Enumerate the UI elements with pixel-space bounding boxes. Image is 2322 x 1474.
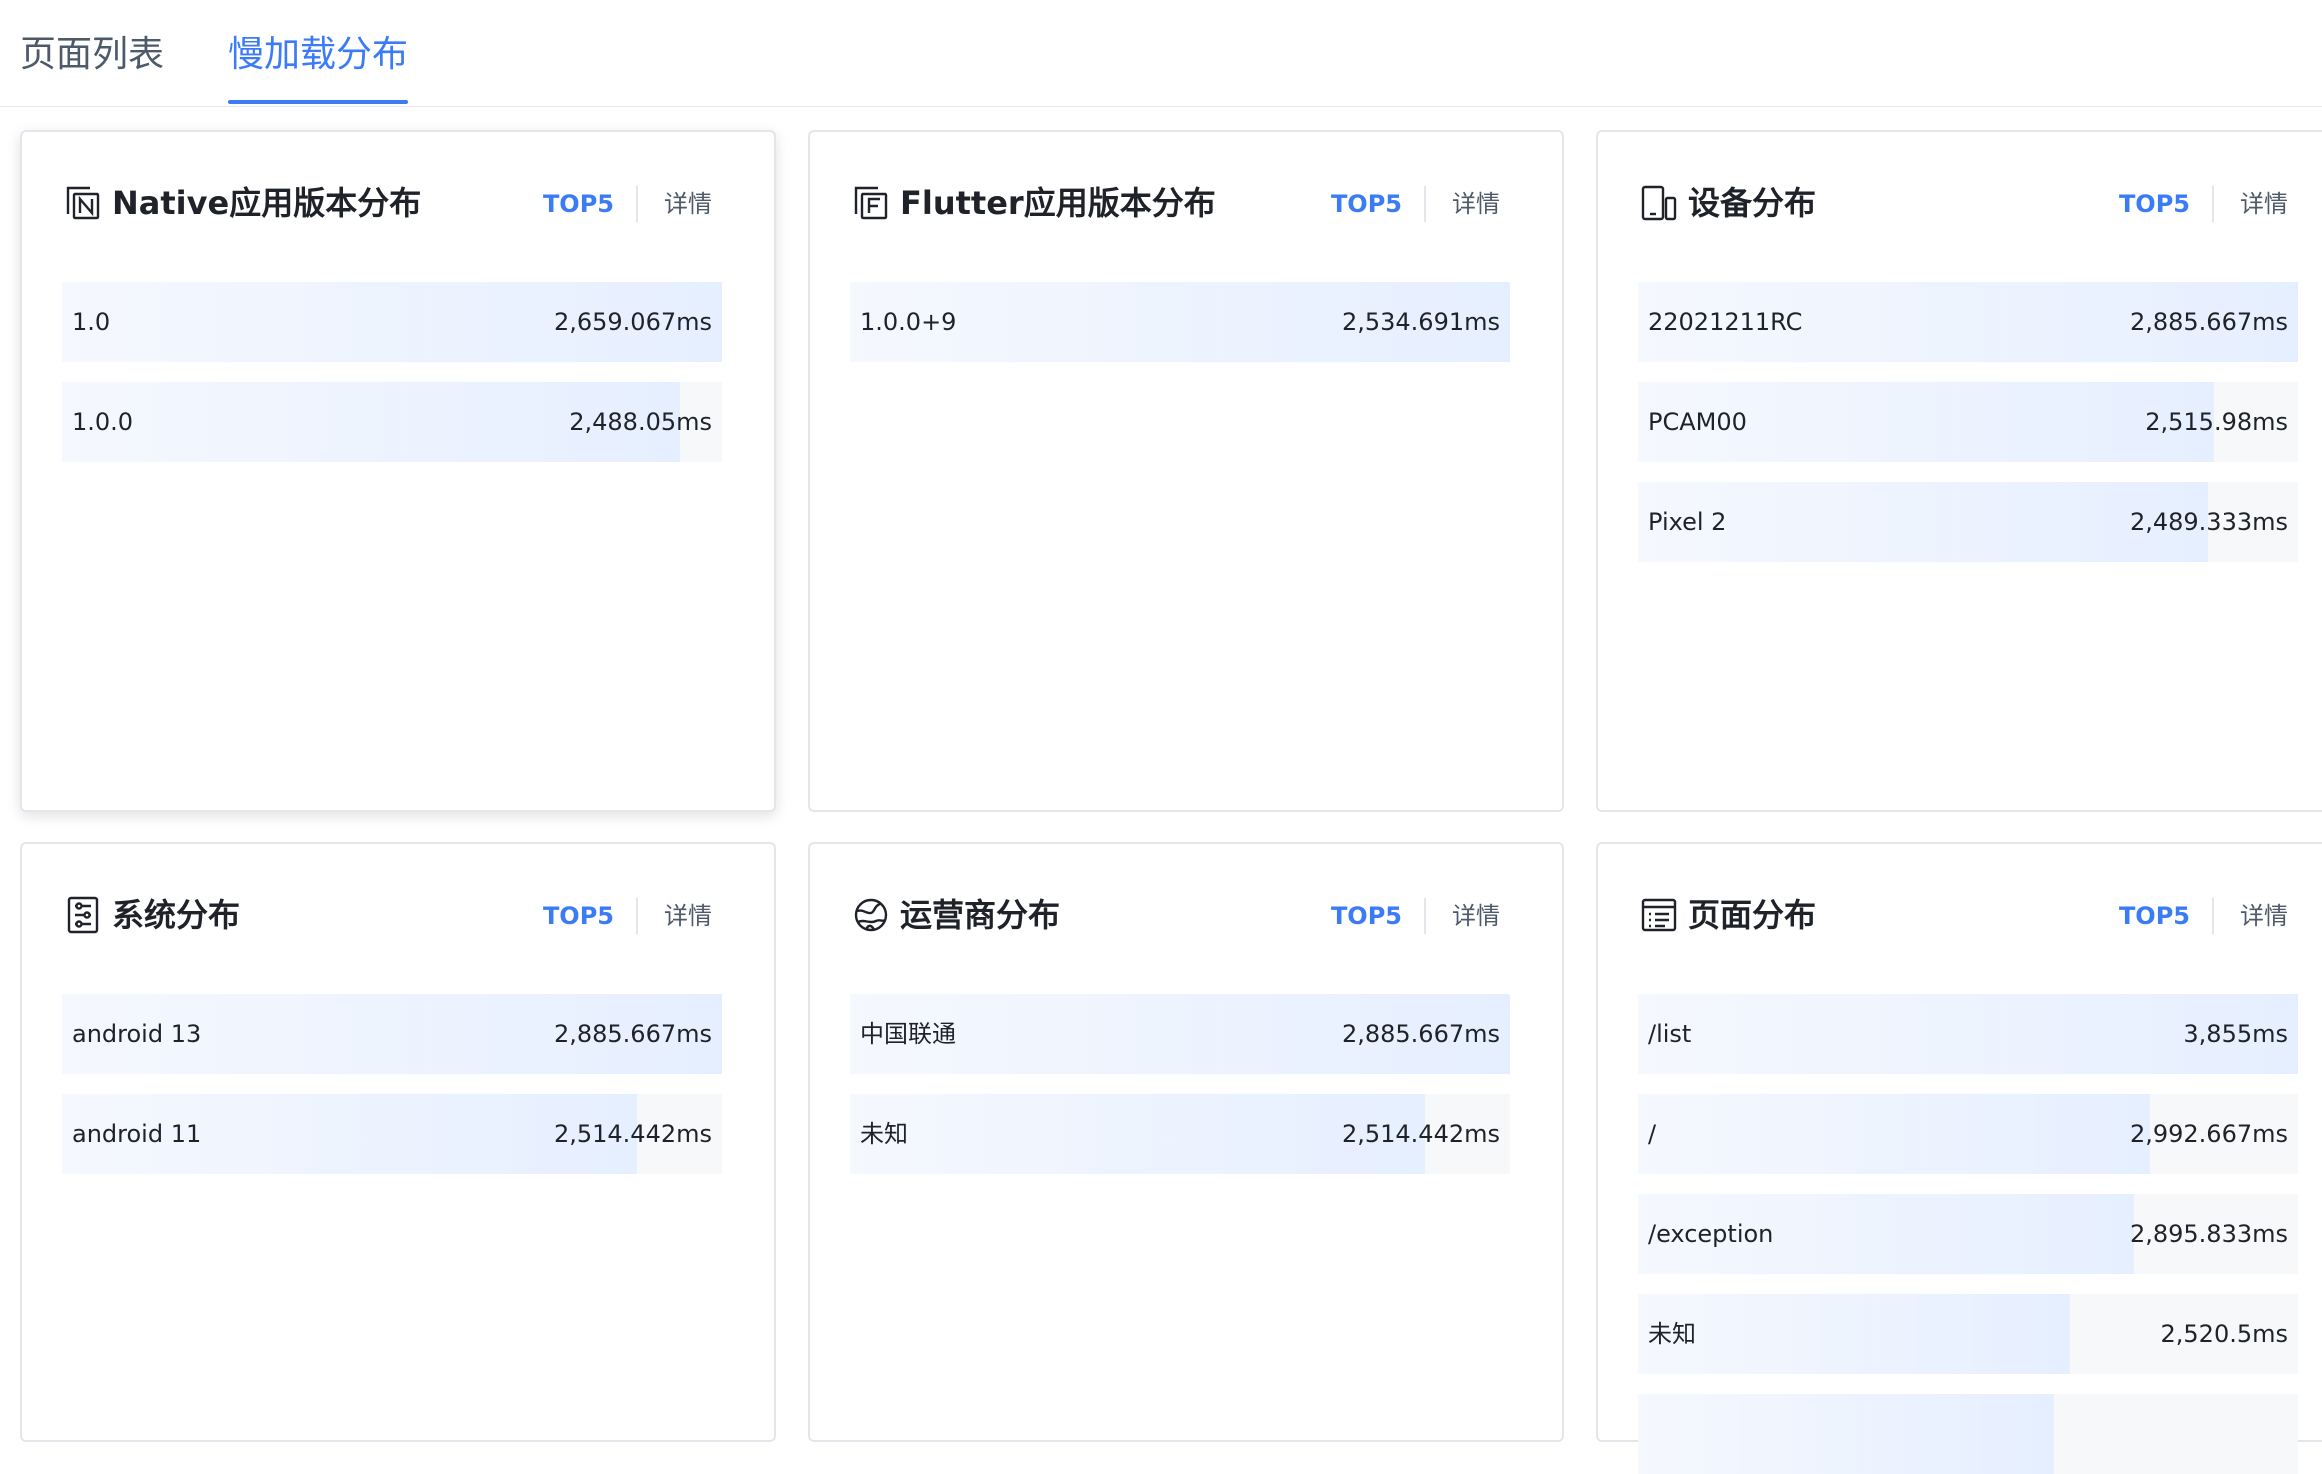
bar-fill <box>1638 1394 2054 1474</box>
card-title: 页面分布 <box>1688 896 1817 934</box>
bar-row: 1.0.0 2,488.05ms <box>62 382 722 462</box>
bar-value: 2,514.442ms <box>1341 1120 1500 1148</box>
bar-value: 2,515.98ms <box>2145 408 2288 436</box>
card-title: 运营商分布 <box>900 896 1061 934</box>
header-divider <box>1424 898 1426 934</box>
bar-label: / <box>1648 1120 1657 1148</box>
detail-link[interactable]: 详情 <box>2240 900 2288 932</box>
card-title: 系统分布 <box>112 896 241 934</box>
bar-row: /exception 2,895.833ms <box>1638 1194 2298 1274</box>
card-header: Native应用版本分布 TOP5 详情 <box>22 132 774 232</box>
header-divider <box>2212 186 2214 222</box>
bar-value: 2,992.667ms <box>2129 1120 2288 1148</box>
bar-value: 2,514.442ms <box>553 1120 712 1148</box>
header-divider <box>636 898 638 934</box>
page-list-icon <box>1640 896 1678 934</box>
top5-toggle[interactable]: TOP5 <box>1331 900 1402 932</box>
bar-label: /list <box>1648 1020 1692 1048</box>
bar-value: 2,534.691ms <box>1341 308 1500 336</box>
bar-value: 2,885.667ms <box>2129 308 2288 336</box>
carrier-globe-icon <box>852 896 890 934</box>
card-title: Native应用版本分布 <box>112 184 422 222</box>
bar-row: 未知 2,520.5ms <box>1638 1294 2298 1374</box>
bar-fill <box>850 1094 1425 1174</box>
tab-page-list[interactable]: 页面列表 <box>20 30 164 80</box>
bar-value: 3,855ms <box>2183 1020 2288 1048</box>
card-header: 系统分布 TOP5 详情 <box>22 844 774 944</box>
bar-row: 1.0 2,659.067ms <box>62 282 722 362</box>
bar-row: 未知 2,514.442ms <box>850 1094 1510 1174</box>
bar-row: 22021211RC 2,885.667ms <box>1638 282 2298 362</box>
device-icon <box>1640 184 1678 222</box>
detail-link[interactable]: 详情 <box>1452 188 1500 220</box>
header-divider <box>2212 898 2214 934</box>
tab-slow-load-distribution[interactable]: 慢加载分布 <box>228 30 408 80</box>
bar-value: 2,488.05ms <box>569 408 712 436</box>
bar-label: Pixel 2 <box>1648 508 1727 536</box>
bar-label: android 11 <box>72 1120 202 1148</box>
bar-value: 2,885.667ms <box>553 1020 712 1048</box>
bar-fill <box>1638 1294 2070 1374</box>
top5-toggle[interactable]: TOP5 <box>1331 188 1402 220</box>
card-flutter-version: Flutter应用版本分布 TOP5 详情 1.0.0+9 2,534.691ms <box>808 130 1564 812</box>
bar-row: /list 3,855ms <box>1638 994 2298 1074</box>
bar-row: 中国联通 2,885.667ms <box>850 994 1510 1074</box>
bar-label: 中国联通 <box>860 1020 956 1048</box>
card-title: Flutter应用版本分布 <box>900 184 1216 222</box>
bar-label: 22021211RC <box>1648 308 1803 336</box>
bar-label: PCAM00 <box>1648 408 1747 436</box>
bar-row <box>1638 1394 2298 1474</box>
bar-row: PCAM00 2,515.98ms <box>1638 382 2298 462</box>
bar-value: 2,885.667ms <box>1341 1020 1500 1048</box>
card-header: Flutter应用版本分布 TOP5 详情 <box>810 132 1562 232</box>
card-header: 设备分布 TOP5 详情 <box>1598 132 2322 232</box>
header-divider <box>636 186 638 222</box>
native-n-icon <box>64 184 102 222</box>
bar-value: 2,520.5ms <box>2160 1320 2289 1348</box>
bar-row: android 11 2,514.442ms <box>62 1094 722 1174</box>
bar-label: 未知 <box>860 1120 908 1148</box>
bar-label: /exception <box>1648 1220 1774 1248</box>
detail-link[interactable]: 详情 <box>664 900 712 932</box>
flutter-f-icon <box>852 184 890 222</box>
tab-bar: 页面列表 慢加载分布 <box>0 0 2322 107</box>
card-title: 设备分布 <box>1688 184 1817 222</box>
detail-link[interactable]: 详情 <box>664 188 712 220</box>
bar-value: 2,489.333ms <box>2129 508 2288 536</box>
card-header: 页面分布 TOP5 详情 <box>1598 844 2322 944</box>
detail-link[interactable]: 详情 <box>1452 900 1500 932</box>
bar-row: / 2,992.667ms <box>1638 1094 2298 1174</box>
bar-row: 1.0.0+9 2,534.691ms <box>850 282 1510 362</box>
card-system: 系统分布 TOP5 详情 android 13 2,885.667ms androi… <box>20 842 776 1442</box>
top5-toggle[interactable]: TOP5 <box>543 900 614 932</box>
card-carrier: 运营商分布 TOP5 详情 中国联通 2,885.667ms 未知 2,514.442… <box>808 842 1564 1442</box>
bar-value: 2,895.833ms <box>2129 1220 2288 1248</box>
card-header: 运营商分布 TOP5 详情 <box>810 844 1562 944</box>
bar-row: android 13 2,885.667ms <box>62 994 722 1074</box>
bar-value: 2,659.067ms <box>553 308 712 336</box>
bar-label: 未知 <box>1648 1320 1696 1348</box>
card-device: 设备分布 TOP5 详情 22021211RC 2,885.667ms PCAM00… <box>1596 130 2322 812</box>
top5-toggle[interactable]: TOP5 <box>543 188 614 220</box>
top5-toggle[interactable]: TOP5 <box>2119 188 2190 220</box>
bar-label: 1.0 <box>72 308 111 336</box>
top5-toggle[interactable]: TOP5 <box>2119 900 2190 932</box>
header-divider <box>1424 186 1426 222</box>
bar-label: 1.0.0 <box>72 408 134 436</box>
bar-row: Pixel 2 2,489.333ms <box>1638 482 2298 562</box>
bar-label: 1.0.0+9 <box>860 308 957 336</box>
active-tab-indicator <box>228 100 408 104</box>
detail-link[interactable]: 详情 <box>2240 188 2288 220</box>
bar-label: android 13 <box>72 1020 202 1048</box>
bar-fill <box>1638 1094 2151 1174</box>
card-native-version: Native应用版本分布 TOP5 详情 1.0 2,659.067ms 1.0.0… <box>20 130 776 812</box>
card-page: 页面分布 TOP5 详情 /list 3,855ms / 2,992.667ms/ex… <box>1596 842 2322 1474</box>
system-settings-icon <box>64 896 102 934</box>
